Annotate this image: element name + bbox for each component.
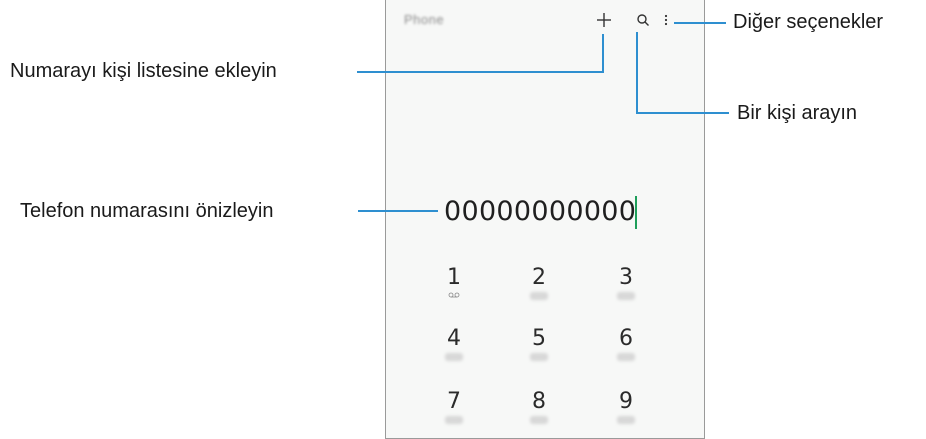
search-button[interactable] <box>631 8 655 32</box>
key-letters <box>445 416 463 424</box>
key-5[interactable]: 5 <box>519 327 559 361</box>
more-vertical-icon <box>664 14 668 26</box>
key-letters <box>617 416 635 424</box>
key-8[interactable]: 8 <box>519 390 559 424</box>
leader-line-search-vertical <box>636 32 638 114</box>
phone-number-display[interactable]: 00000000000 <box>444 196 636 227</box>
callout-preview-number: Telefon numarasını önizleyin <box>20 200 274 222</box>
key-digit: 1 <box>447 265 461 290</box>
key-digit: 2 <box>532 265 546 290</box>
key-letters <box>530 292 548 300</box>
text-cursor <box>635 196 637 229</box>
callout-add-contact: Numarayı kişi listesine ekleyin <box>10 60 277 82</box>
key-digit: 6 <box>619 326 633 351</box>
key-1[interactable]: 1 <box>434 266 474 301</box>
leader-line-preview-number <box>358 210 438 212</box>
add-contact-button[interactable] <box>592 8 616 32</box>
key-2[interactable]: 2 <box>519 266 559 300</box>
key-digit: 9 <box>619 389 633 414</box>
key-digit: 4 <box>447 326 461 351</box>
key-9[interactable]: 9 <box>606 390 646 424</box>
key-letters <box>530 353 548 361</box>
callout-search-contact: Bir kişi arayın <box>737 102 858 124</box>
key-digit: 3 <box>619 265 633 290</box>
key-4[interactable]: 4 <box>434 327 474 361</box>
key-letters <box>445 353 463 361</box>
more-options-button[interactable] <box>660 8 672 32</box>
key-digit: 5 <box>532 326 546 351</box>
key-3[interactable]: 3 <box>606 266 646 300</box>
key-digit: 7 <box>447 389 461 414</box>
key-6[interactable]: 6 <box>606 327 646 361</box>
key-letters <box>617 353 635 361</box>
leader-line-add-contact-vertical <box>602 34 604 73</box>
search-icon <box>637 14 649 26</box>
callout-more-options: Diğer seçenekler <box>733 11 884 33</box>
leader-line-search <box>636 112 729 114</box>
leader-line-add-contact <box>357 71 604 73</box>
key-letters <box>617 292 635 300</box>
phone-screen: Phone 00000000000 1 2 3 4 5 6 7 8 9 <box>385 0 705 439</box>
app-title: Phone <box>404 12 445 27</box>
key-7[interactable]: 7 <box>434 390 474 424</box>
plus-icon <box>597 13 611 27</box>
key-digit: 8 <box>532 389 546 414</box>
key-letters <box>530 416 548 424</box>
voicemail-icon <box>434 292 474 301</box>
leader-line-more-options <box>674 22 726 24</box>
